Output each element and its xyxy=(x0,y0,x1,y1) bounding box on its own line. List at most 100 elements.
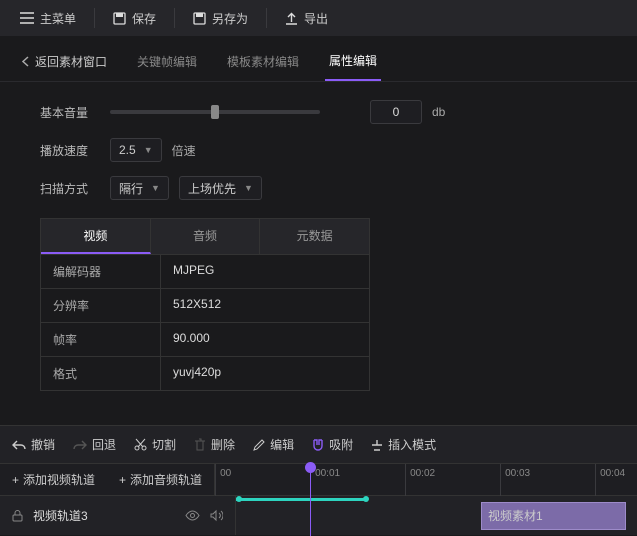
speed-value: 2.5 xyxy=(119,143,136,157)
speed-label: 播放速度 xyxy=(40,142,100,159)
scan-mode-select[interactable]: 隔行 ▼ xyxy=(110,176,169,200)
divider xyxy=(266,8,267,28)
back-label: 返回素材窗口 xyxy=(35,53,107,70)
track-lane[interactable]: 视频素材1 xyxy=(235,496,637,535)
add-video-track-button[interactable]: + 添加视频轨道 xyxy=(0,471,107,488)
topbar: 主菜单 保存 另存为 导出 xyxy=(0,0,637,36)
tick-label: 00:04 xyxy=(600,468,625,479)
info-tab-video[interactable]: 视频 xyxy=(41,219,151,254)
info-tab-audio[interactable]: 音频 xyxy=(151,219,261,254)
tick-label: 00 xyxy=(220,468,231,479)
save-label: 保存 xyxy=(132,10,156,27)
trash-icon xyxy=(194,438,206,451)
scan-mode-value: 隔行 xyxy=(119,180,143,197)
chevron-left-icon xyxy=(22,56,29,67)
info-val: MJPEG xyxy=(161,255,369,288)
edit-label: 编辑 xyxy=(270,436,294,453)
tick-label: 00:01 xyxy=(315,468,340,479)
info-row: 分辨率512X512 xyxy=(41,288,369,322)
main-menu-button[interactable]: 主菜单 xyxy=(10,4,86,33)
volume-slider-thumb[interactable] xyxy=(211,105,219,119)
insert-mode-button[interactable]: 插入模式 xyxy=(371,436,436,453)
insert-icon xyxy=(371,439,383,451)
back-to-assets-button[interactable]: 返回素材窗口 xyxy=(18,47,111,80)
track-row: 视频轨道3 视频素材1 xyxy=(0,495,637,535)
volume-unit: db xyxy=(432,105,445,119)
scan-label: 扫描方式 xyxy=(40,180,100,197)
undo-icon xyxy=(12,439,26,451)
timeline-toolbar: 撤销 回退 切割 删除 编辑 吸附 插入模式 xyxy=(0,425,637,463)
export-button[interactable]: 导出 xyxy=(275,4,338,33)
speed-select[interactable]: 2.5 ▼ xyxy=(110,138,162,162)
redo-label: 回退 xyxy=(92,436,116,453)
clip-dot xyxy=(236,496,242,502)
export-label: 导出 xyxy=(304,10,328,27)
snap-button[interactable]: 吸附 xyxy=(312,436,353,453)
lock-icon[interactable] xyxy=(12,509,23,522)
info-tab-meta[interactable]: 元数据 xyxy=(260,219,369,254)
delete-label: 删除 xyxy=(211,436,235,453)
info-row: 帧率90.000 xyxy=(41,322,369,356)
time-ruler[interactable]: 00 00:01 00:02 00:03 00:04 xyxy=(214,464,637,496)
redo-icon xyxy=(73,439,87,451)
clip-label: 视频素材1 xyxy=(488,509,543,523)
pencil-icon xyxy=(253,439,265,451)
timeline-header: + 添加视频轨道 + 添加音频轨道 00 00:01 00:02 00:03 00:… xyxy=(0,463,637,495)
info-row: 编解码器MJPEG xyxy=(41,254,369,288)
info-key: 分辨率 xyxy=(41,289,161,322)
insert-label: 插入模式 xyxy=(388,436,436,453)
playhead[interactable] xyxy=(310,464,311,536)
add-audio-track-button[interactable]: + 添加音频轨道 xyxy=(107,471,214,488)
info-key: 编解码器 xyxy=(41,255,161,288)
tab-attribute[interactable]: 属性编辑 xyxy=(325,46,381,81)
save-as-icon xyxy=(193,12,206,25)
chevron-down-icon: ▼ xyxy=(144,145,153,155)
cut-button[interactable]: 切割 xyxy=(134,436,176,453)
chevron-down-icon: ▼ xyxy=(151,183,160,193)
info-val: 90.000 xyxy=(161,323,369,356)
plus-icon: + xyxy=(12,473,19,487)
speed-unit: 倍速 xyxy=(172,142,196,159)
volume-input[interactable]: 0 xyxy=(370,100,422,124)
scan-priority-value: 上场优先 xyxy=(188,180,236,197)
edit-button[interactable]: 编辑 xyxy=(253,436,294,453)
speaker-icon[interactable] xyxy=(210,509,223,522)
tab-template[interactable]: 模板素材编辑 xyxy=(223,47,303,80)
delete-button[interactable]: 删除 xyxy=(194,436,235,453)
tick-label: 00:02 xyxy=(410,468,435,479)
add-audio-track-label: 添加音频轨道 xyxy=(130,471,202,488)
divider xyxy=(174,8,175,28)
save-icon xyxy=(113,12,126,25)
editor-tabs: 返回素材窗口 关键帧编辑 模板素材编辑 属性编辑 xyxy=(0,36,637,82)
volume-label: 基本音量 xyxy=(40,104,100,121)
info-key: 格式 xyxy=(41,357,161,390)
undo-button[interactable]: 撤销 xyxy=(12,436,55,453)
save-as-label: 另存为 xyxy=(212,10,248,27)
volume-slider[interactable] xyxy=(110,110,320,114)
eye-icon[interactable] xyxy=(185,510,200,521)
tab-keyframe[interactable]: 关键帧编辑 xyxy=(133,47,201,80)
info-val: 512X512 xyxy=(161,289,369,322)
cut-label: 切割 xyxy=(152,436,176,453)
add-video-track-label: 添加视频轨道 xyxy=(23,471,95,488)
snap-label: 吸附 xyxy=(329,436,353,453)
undo-label: 撤销 xyxy=(31,436,55,453)
main-menu-label: 主菜单 xyxy=(40,10,76,27)
clip-dot xyxy=(363,496,369,502)
track-name: 视频轨道3 xyxy=(33,507,88,524)
save-as-button[interactable]: 另存为 xyxy=(183,4,258,33)
export-icon xyxy=(285,12,298,25)
redo-button[interactable]: 回退 xyxy=(73,436,116,453)
attribute-panel: 基本音量 0 db 播放速度 2.5 ▼ 倍速 扫描方式 隔行 ▼ 上场优先 ▼… xyxy=(0,82,637,409)
save-button[interactable]: 保存 xyxy=(103,4,166,33)
chevron-down-icon: ▼ xyxy=(244,183,253,193)
info-key: 帧率 xyxy=(41,323,161,356)
media-info-box: 视频 音频 元数据 编解码器MJPEG 分辨率512X512 帧率90.000 … xyxy=(40,218,370,391)
scan-priority-select[interactable]: 上场优先 ▼ xyxy=(179,176,262,200)
timeline-clip[interactable]: 视频素材1 xyxy=(481,502,626,530)
plus-icon: + xyxy=(119,473,126,487)
info-val: yuvj420p xyxy=(161,357,369,390)
info-row: 格式yuvj420p xyxy=(41,356,369,390)
divider xyxy=(94,8,95,28)
magnet-icon xyxy=(312,439,324,451)
